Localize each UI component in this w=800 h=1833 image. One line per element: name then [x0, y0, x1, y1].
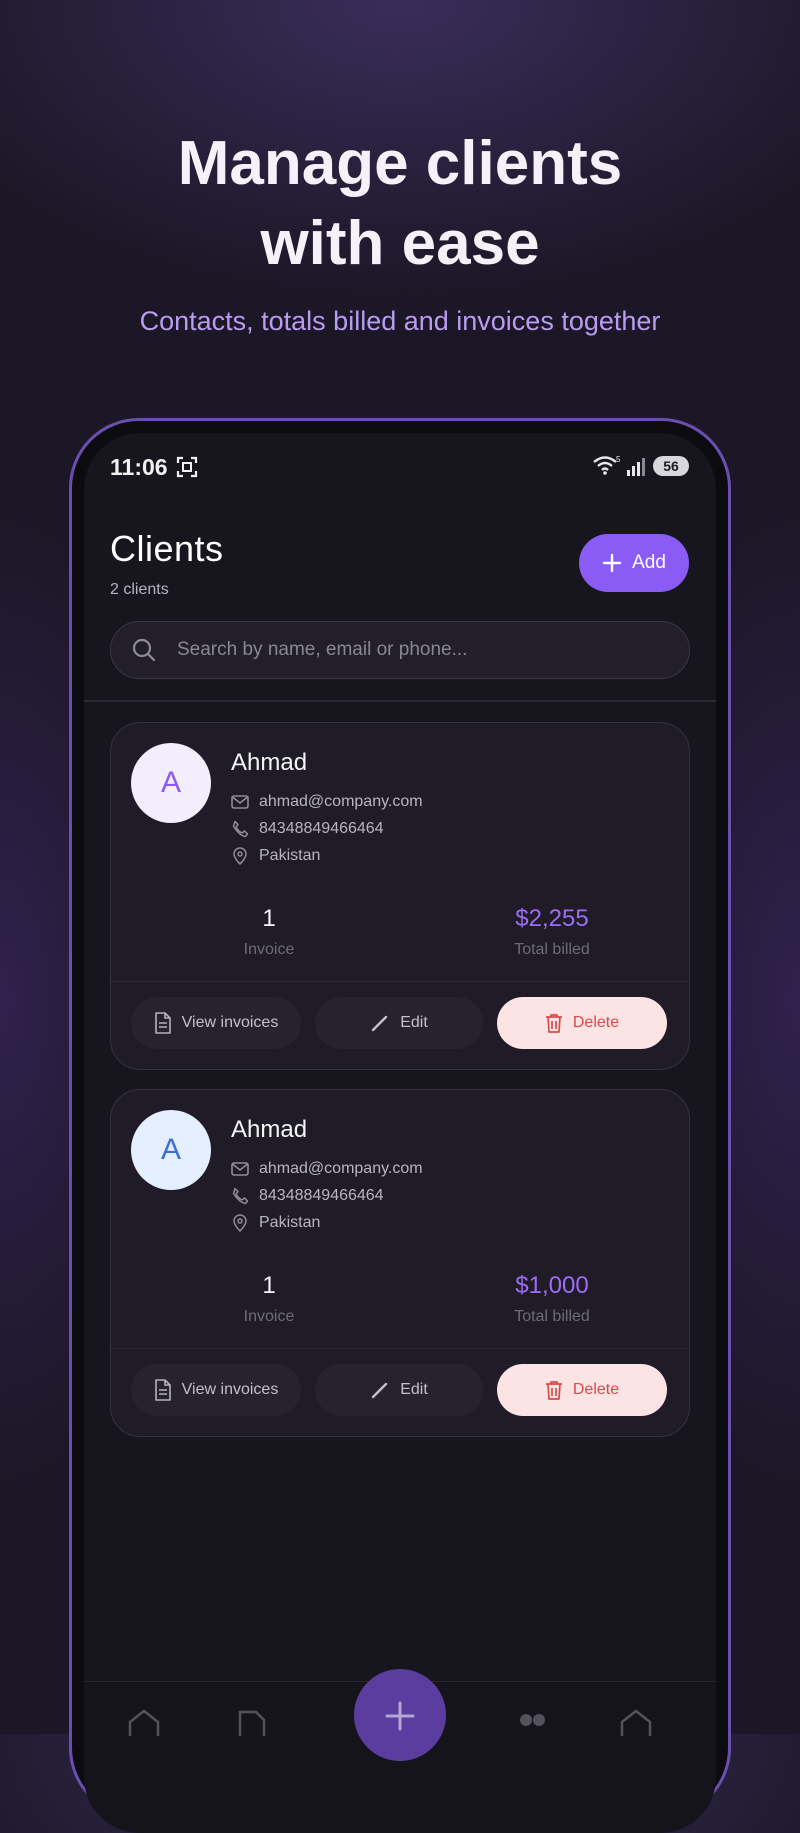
view-invoices-label: View invoices: [181, 1381, 279, 1398]
invoice-label: Invoice: [243, 1308, 295, 1325]
phone-icon: [232, 1187, 249, 1205]
status-bar: 11:06 5 56: [84, 433, 716, 503]
location-pin-icon: [233, 1214, 247, 1232]
pencil-icon: [372, 1382, 388, 1399]
delete-button[interactable]: Delete: [497, 1364, 667, 1416]
invoice-count: 1: [262, 905, 276, 932]
client-email: ahmad@company.com: [259, 1160, 423, 1177]
trash-icon: [545, 1381, 562, 1400]
total-billed-label: Total billed: [514, 1308, 590, 1325]
client-card[interactable]: A Ahmad ahmad@company.com 84348849466464…: [110, 722, 690, 1070]
nav-add-button[interactable]: [354, 1669, 446, 1761]
avatar: A: [131, 1110, 211, 1190]
client-name: Ahmad: [231, 749, 308, 776]
hero-title-line-1: Manage clients: [177, 129, 623, 198]
client-name: Ahmad: [231, 1116, 308, 1143]
view-invoices-button[interactable]: View invoices: [131, 1364, 301, 1416]
document-icon: [154, 1379, 171, 1401]
page-title: Clients: [110, 528, 224, 569]
client-phone: 84348849466464: [259, 820, 384, 837]
delete-label: Delete: [572, 1381, 620, 1398]
total-billed-value: $2,255: [515, 905, 589, 932]
delete-button[interactable]: Delete: [497, 997, 667, 1049]
signal-icon: [627, 458, 645, 476]
invoice-stat: 1 Invoice: [169, 1272, 369, 1326]
invoice-count: 1: [262, 1272, 276, 1299]
document-icon: [154, 1012, 171, 1034]
search-input[interactable]: [177, 622, 667, 677]
status-time: 11:06: [110, 454, 168, 480]
client-location: Pakistan: [259, 1214, 321, 1231]
add-client-button[interactable]: Add: [579, 534, 689, 592]
location-pin-icon: [233, 847, 247, 865]
view-invoices-label: View invoices: [181, 1014, 279, 1031]
mail-icon: [231, 795, 249, 809]
total-billed-stat: $2,255 Total billed: [452, 905, 652, 959]
edit-label: Edit: [400, 1014, 428, 1031]
phone-icon: [232, 820, 249, 838]
screenshot-icon: [176, 456, 198, 478]
svg-text:5: 5: [616, 455, 621, 464]
avatar: A: [131, 743, 211, 823]
battery-indicator: 56: [653, 456, 689, 476]
hero-title: Manage clients with ease: [0, 124, 800, 284]
card-divider: [111, 981, 688, 982]
trash-icon: [545, 1014, 562, 1033]
wifi-icon: 5: [593, 455, 621, 475]
phone-screen: 11:06 5 56 Clients 2 clients Add Search …: [84, 433, 716, 1833]
client-phone: 84348849466464: [259, 1187, 384, 1204]
plus-icon: [602, 553, 622, 573]
total-billed-stat: $1,000 Total billed: [452, 1272, 652, 1326]
client-email: ahmad@company.com: [259, 793, 423, 810]
client-count: 2 clients: [110, 581, 169, 598]
client-email-row: ahmad@company.com: [231, 1160, 423, 1178]
invoice-label: Invoice: [243, 941, 295, 958]
view-invoices-button[interactable]: View invoices: [131, 997, 301, 1049]
client-location: Pakistan: [259, 847, 321, 864]
client-phone-row: 84348849466464: [231, 1187, 384, 1205]
card-divider: [111, 1348, 688, 1349]
delete-label: Delete: [572, 1014, 620, 1031]
plus-icon: [385, 1701, 415, 1731]
client-email-row: ahmad@company.com: [231, 793, 423, 811]
edit-label: Edit: [400, 1381, 428, 1398]
add-button-label: Add: [632, 552, 666, 573]
pencil-icon: [372, 1015, 388, 1032]
invoice-stat: 1 Invoice: [169, 905, 369, 959]
mail-icon: [231, 1162, 249, 1176]
client-card[interactable]: A Ahmad ahmad@company.com 84348849466464…: [110, 1089, 690, 1437]
header-divider: [84, 700, 716, 702]
search-box[interactable]: [110, 621, 690, 679]
total-billed-value: $1,000: [515, 1272, 589, 1299]
hero-title-line-2: with ease: [260, 209, 540, 278]
search-icon: [132, 638, 156, 662]
client-phone-row: 84348849466464: [231, 820, 384, 838]
total-billed-label: Total billed: [514, 941, 590, 958]
edit-button[interactable]: Edit: [315, 997, 483, 1049]
client-location-row: Pakistan: [231, 847, 320, 865]
client-location-row: Pakistan: [231, 1214, 320, 1232]
edit-button[interactable]: Edit: [315, 1364, 483, 1416]
hero-subtitle: Contacts, totals billed and invoices tog…: [139, 306, 661, 336]
